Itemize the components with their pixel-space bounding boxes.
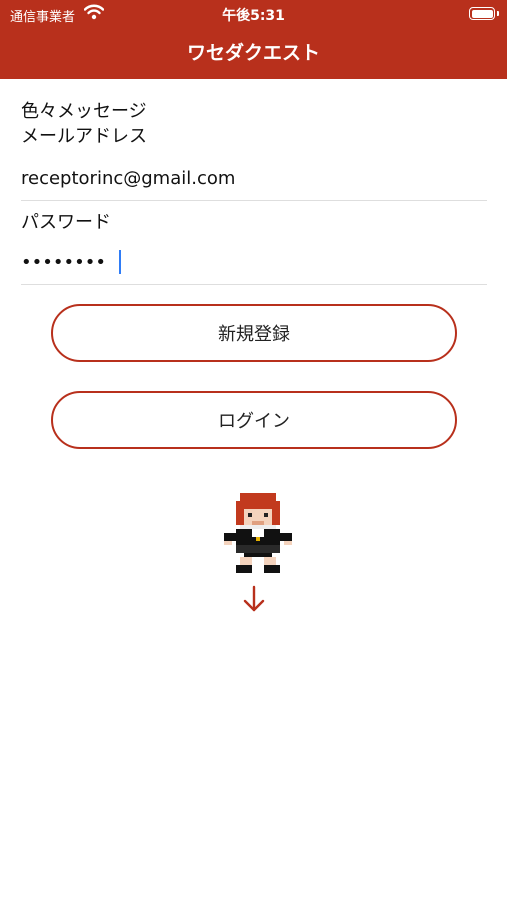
email-field[interactable] [21, 163, 487, 193]
arrow-down-icon [243, 585, 265, 612]
email-divider [21, 200, 487, 201]
page-title: ワセダクエスト [186, 42, 320, 64]
battery-icon [469, 7, 495, 20]
message-label: 色々メッセージ メールアドレス [21, 101, 147, 147]
status-bar: 通信事業者 午後5:31 [0, 0, 507, 28]
text-cursor [119, 250, 121, 274]
password-field[interactable] [21, 247, 487, 277]
status-time: 午後5:31 [222, 8, 285, 24]
login-button[interactable]: ログイン [51, 391, 457, 449]
pixel-character-icon [224, 493, 292, 573]
register-button[interactable]: 新規登録 [51, 304, 457, 362]
battery-tip [497, 11, 499, 16]
password-divider [21, 284, 487, 285]
navigation-header: 通信事業者 午後5:31 ワセダクエスト [0, 0, 507, 79]
password-label: パスワード [21, 212, 111, 233]
